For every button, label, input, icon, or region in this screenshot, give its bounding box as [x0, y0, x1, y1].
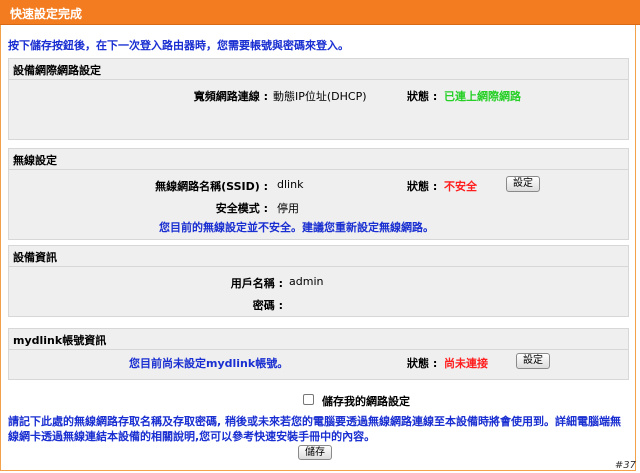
section-title-wireless: 無線設定 — [13, 154, 57, 167]
section-title-device: 設備資訊 — [13, 251, 57, 264]
wireless-setup-button[interactable]: 設定 — [506, 176, 540, 192]
save-button[interactable]: 儲存 — [298, 445, 332, 460]
connection-value: 動態IP位址(DHCP) — [273, 90, 367, 103]
security-mode-value: 停用 — [277, 202, 299, 215]
save-settings-label: 儲存我的網路設定 — [322, 395, 410, 408]
internet-status-label: 狀態 : — [407, 90, 438, 103]
section-divider — [9, 349, 628, 350]
header-bar: 快速設定完成 — [0, 0, 640, 25]
device-info-section: 設備資訊 用戶名稱 : admin 密碼 : — [8, 245, 629, 317]
mydlink-status-value: 尚未連接 — [444, 357, 488, 370]
mydlink-message: 您目前尚未設定mydlink帳號。 — [129, 357, 289, 370]
watermark-text: #37 — [614, 460, 636, 471]
section-divider — [9, 266, 628, 267]
save-settings-checkbox[interactable] — [303, 394, 314, 405]
mydlink-status-label: 狀態 : — [407, 357, 438, 370]
section-title-internet: 設備網際網路設定 — [13, 64, 101, 77]
reminder-note: 請記下此處的無線網路存取名稱及存取密碼, 稍後或未來若您的電腦要透過無線網路連線… — [8, 415, 622, 443]
username-label: 用戶名稱 : — [230, 277, 283, 290]
intro-text: 按下儲存按鈕後，在下一次登入路由器時，您需要帳號與密碼來登入。 — [8, 39, 349, 52]
wireless-warning: 您目前的無線設定並不安全。建議您重新設定無線網路。 — [159, 221, 434, 234]
wireless-settings-section: 無線設定 無線網路名稱(SSID) : dlink 狀態 : 不安全 設定 安全… — [8, 148, 629, 240]
username-value: admin — [289, 275, 324, 288]
internet-settings-section: 設備網際網路設定 寬頻網路連線 : 動態IP位址(DHCP) 狀態 : 已連上網… — [8, 58, 629, 140]
ssid-value: dlink — [277, 178, 304, 191]
security-mode-label: 安全模式 : — [215, 202, 268, 215]
wireless-status-label: 狀態 : — [407, 180, 438, 193]
ssid-label: 無線網路名稱(SSID) : — [155, 180, 268, 193]
section-divider — [9, 169, 628, 170]
page-title: 快速設定完成 — [10, 7, 83, 21]
connection-label: 寬頻網路連線 : — [193, 90, 268, 103]
internet-status-value: 已連上網際網路 — [444, 90, 521, 103]
wireless-status-value: 不安全 — [444, 180, 477, 193]
section-title-mydlink: mydlink帳號資訊 — [13, 334, 107, 347]
mydlink-section: mydlink帳號資訊 您目前尚未設定mydlink帳號。 狀態 : 尚未連接 … — [8, 328, 629, 380]
mydlink-setup-button[interactable]: 設定 — [516, 353, 550, 369]
password-label: 密碼 : — [252, 299, 283, 312]
section-divider — [9, 79, 628, 80]
